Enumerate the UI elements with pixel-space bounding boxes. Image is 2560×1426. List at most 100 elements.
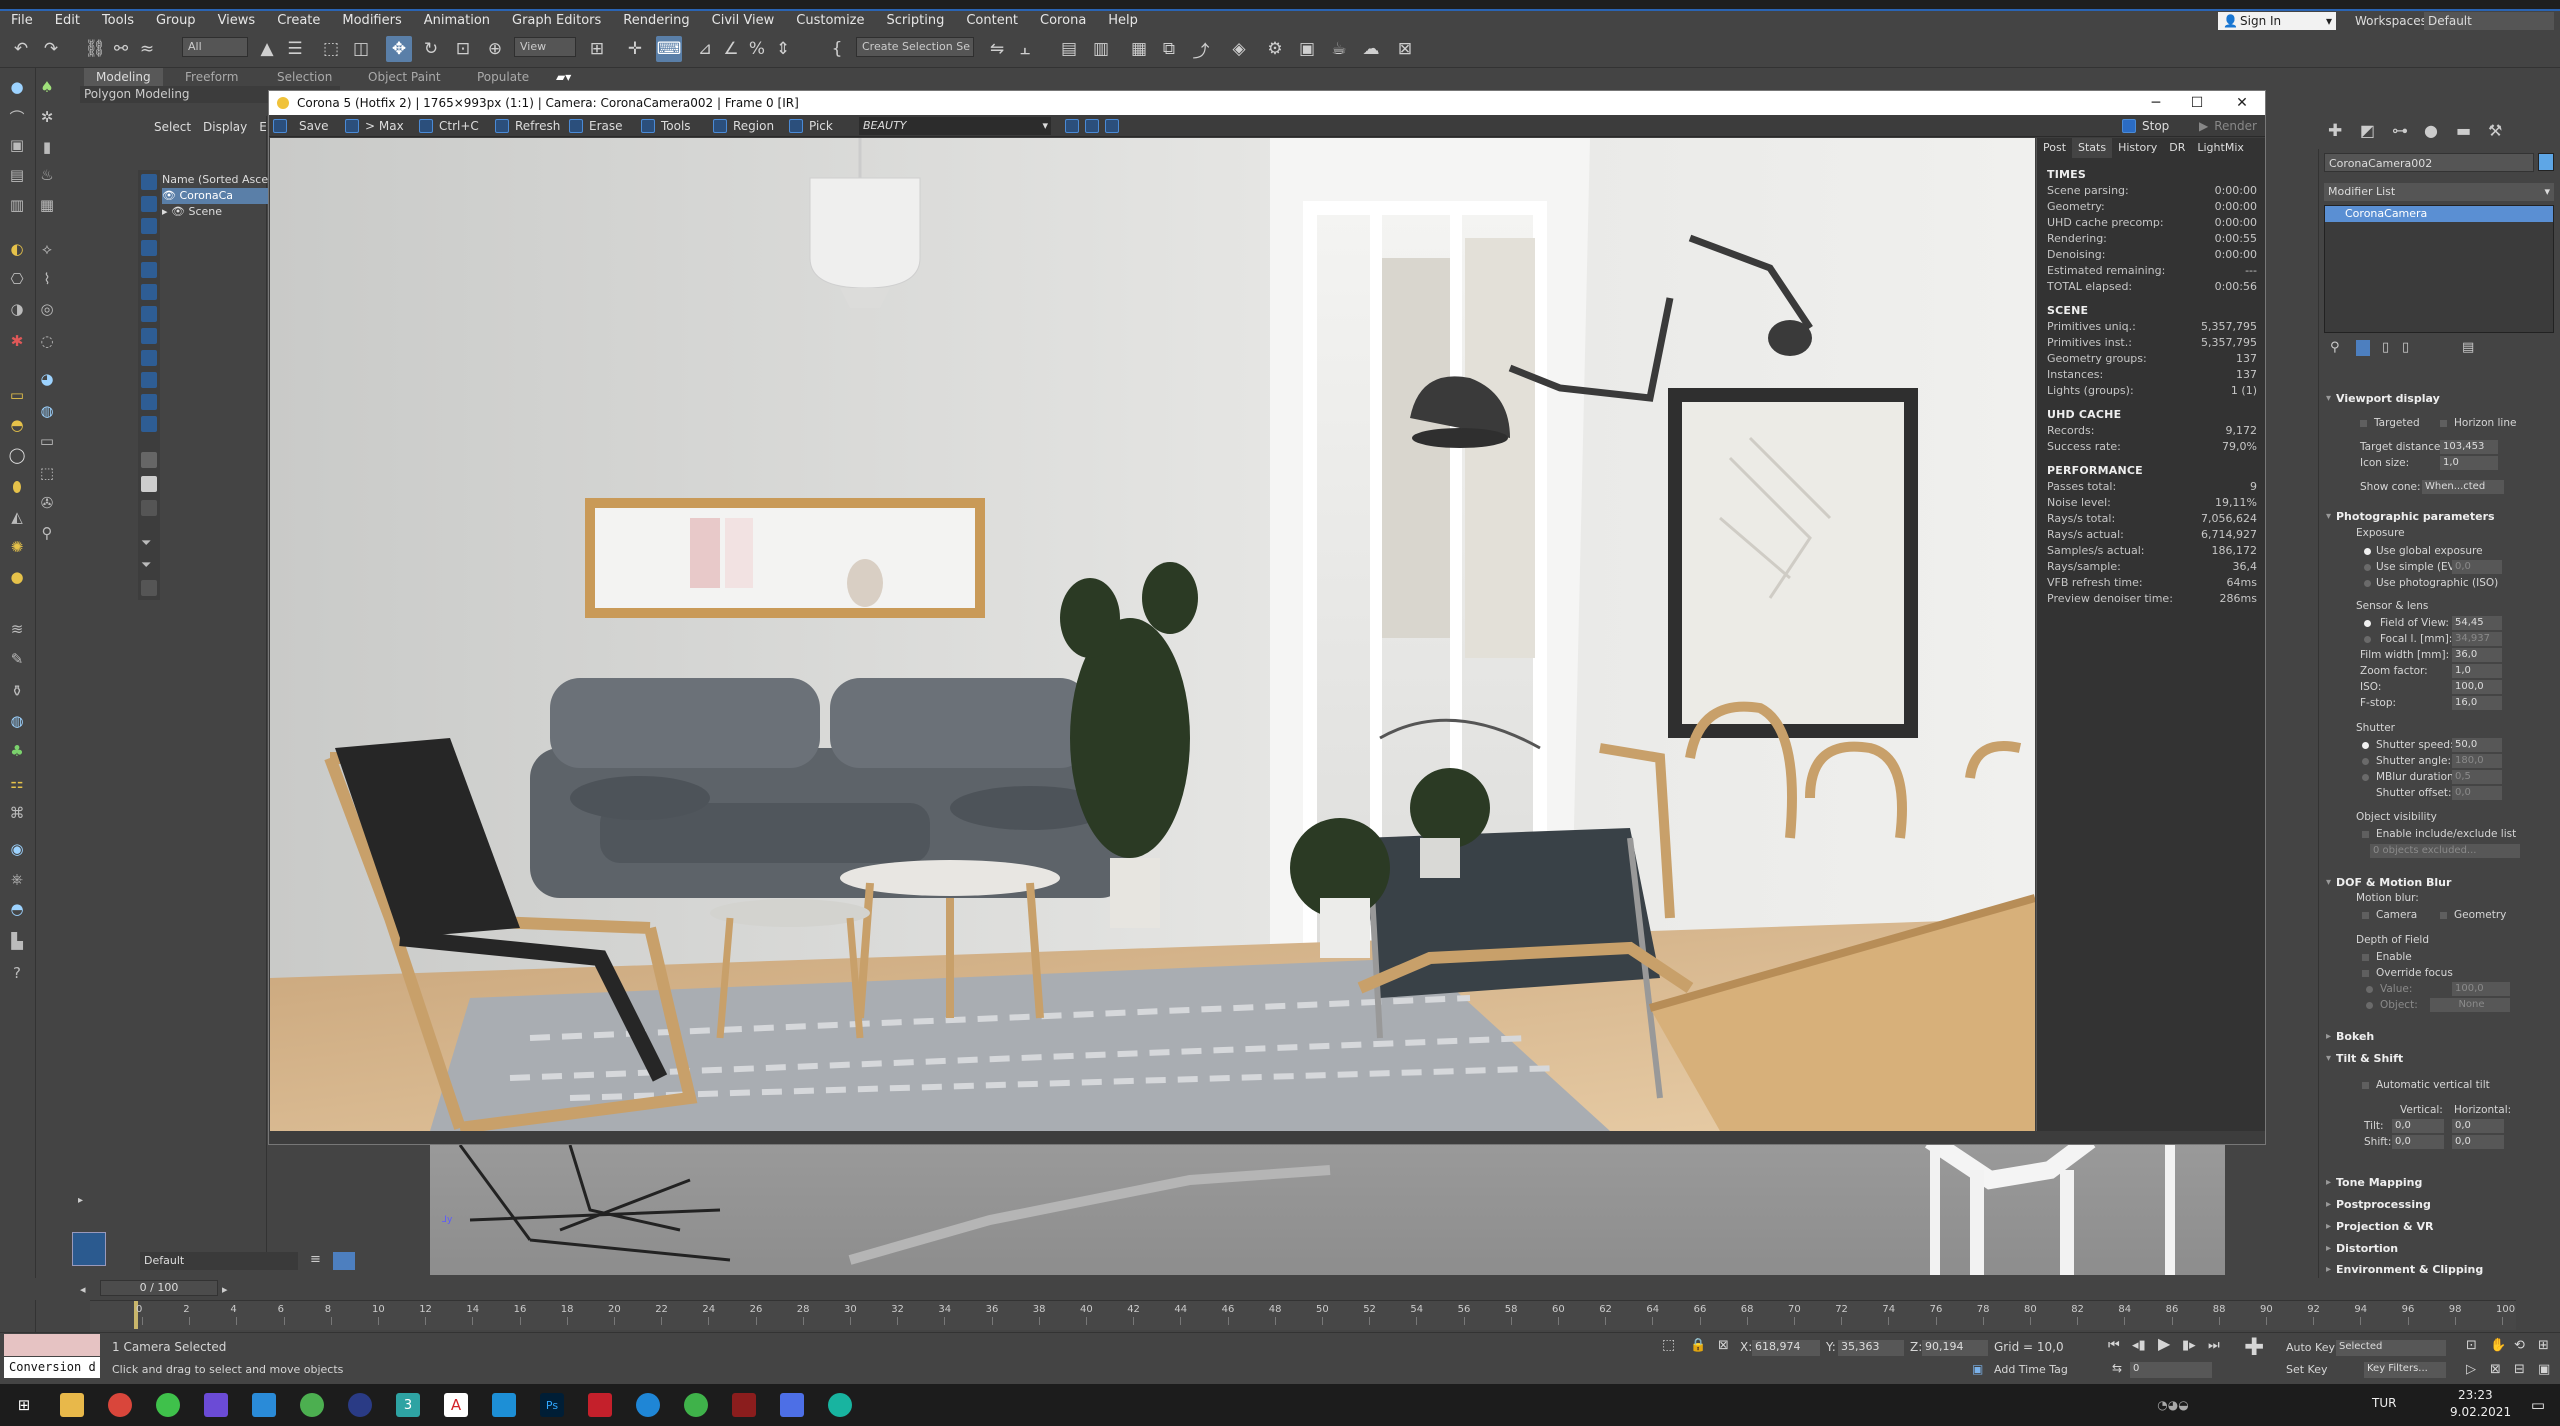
key-filters-button[interactable]: Key Filters... [2364, 1362, 2446, 1378]
excluded-objects-button[interactable]: 0 objects excluded... [2370, 844, 2520, 858]
autocad-icon[interactable]: A [444, 1393, 468, 1417]
windows-start-icon[interactable]: ⊞ [12, 1393, 36, 1417]
isolate-selection-icon[interactable]: ⬚ [1662, 1338, 1675, 1352]
warp-icon[interactable]: ◎ [36, 298, 58, 320]
schematic-view-icon[interactable]: ⧉ [1156, 36, 1182, 62]
chrome-icon[interactable] [108, 1393, 132, 1417]
eye-icon[interactable]: 👁 [171, 205, 185, 218]
zoom-out-button[interactable] [1085, 117, 1099, 135]
tab-lightmix[interactable]: LightMix [2191, 138, 2250, 158]
rollout-tilt-shift[interactable]: Tilt & Shift [2324, 1050, 2554, 1068]
dof-enable-checkbox[interactable] [2362, 954, 2369, 961]
corona-sun-icon[interactable]: ▭ [6, 384, 28, 406]
lock-selection-icon[interactable]: 🔒 [1690, 1339, 1706, 1352]
target-distance-spinner[interactable]: 103,453 [2440, 440, 2498, 454]
tray-icons[interactable]: ◔◕◒ [2157, 1393, 2188, 1417]
object-color-swatch[interactable] [2538, 153, 2554, 171]
render-image[interactable] [270, 138, 2035, 1131]
ev-spinner[interactable]: 0,0 [2452, 560, 2502, 574]
edge-icon[interactable] [636, 1393, 660, 1417]
zoom-all-icon[interactable]: ⊟ [2514, 1363, 2525, 1376]
input-language[interactable]: TUR [2372, 1397, 2396, 1410]
menu-modifiers[interactable]: Modifiers [331, 11, 412, 30]
render-channel-dropdown[interactable]: BEAUTY ▾ [859, 117, 1051, 135]
corona-bonus-icon[interactable]: ● [6, 566, 28, 588]
corona-volume-icon[interactable]: ⬮ [6, 476, 28, 498]
corona-camera-icon[interactable]: ⎔ [6, 268, 28, 290]
track-bar[interactable]: 0 2 4 6 8 10 12 14 16 18 20 22 24 26 28 30 32 34 36 38 40 42 4… [90, 1300, 2516, 1330]
scene-tab-select[interactable]: Select [154, 120, 191, 138]
viewport-layout-icon[interactable] [72, 1232, 106, 1266]
set-key-big-icon[interactable]: ✚ [2244, 1335, 2264, 1359]
zoom-factor-spinner[interactable]: 1,0 [2452, 664, 2502, 678]
tab-stats[interactable]: Stats [2072, 138, 2113, 158]
horizontal-shift-spinner[interactable]: 0,0 [2452, 1135, 2504, 1149]
pin-icon[interactable]: ▮ [36, 136, 58, 158]
scene-tree-item-camera[interactable]: 👁 CoronaCa [162, 188, 270, 204]
vfb-pick-button[interactable]: Pick [789, 117, 833, 135]
time-next-icon[interactable]: ▸ [222, 1283, 228, 1296]
vfb-save-button[interactable]: Save [273, 117, 328, 135]
help-icon[interactable]: ? [6, 962, 28, 984]
filter-xrefs-icon[interactable] [141, 328, 157, 344]
wave-icon[interactable]: ◌ [36, 330, 58, 352]
maximize-viewport-icon[interactable]: ⊞ [2538, 1339, 2549, 1352]
select-and-rotate-icon[interactable]: ↻ [418, 36, 444, 62]
layer-explorer-icon[interactable]: ▥ [1088, 36, 1114, 62]
corona-lightmix-icon[interactable]: ✺ [6, 536, 28, 558]
tab-dr[interactable]: DR [2163, 138, 2191, 158]
display-all-icon[interactable] [141, 452, 157, 468]
field-of-view-icon[interactable]: ▷ [2466, 1363, 2476, 1376]
motion-blur-camera-checkbox[interactable] [2362, 912, 2369, 919]
z-coord-field[interactable]: 90,194 [1922, 1340, 1988, 1356]
focal-length-radio[interactable] [2364, 636, 2371, 643]
motion-blur-geometry-checkbox[interactable] [2440, 912, 2447, 919]
menu-edit[interactable]: Edit [44, 11, 91, 30]
globe-tool-icon[interactable]: ◍ [6, 710, 28, 732]
corona-scatter-icon[interactable]: ✱ [6, 330, 28, 352]
make-unique-icon[interactable]: ▯ [2382, 340, 2389, 355]
create-tab-icon[interactable]: ✚ [2328, 121, 2342, 141]
auto-key-button[interactable]: Auto Key [2286, 1341, 2335, 1354]
layer-dropdown[interactable]: Default [140, 1252, 298, 1270]
rollout-viewport-display[interactable]: Viewport display [2324, 390, 2554, 408]
modifier-stack-item[interactable]: CoronaCamera [2325, 206, 2553, 222]
refresh-icon[interactable]: ◍ [36, 400, 58, 422]
film-width-spinner[interactable]: 36,0 [2452, 648, 2502, 662]
forest-pack-icon[interactable]: ♣ [6, 740, 28, 762]
fan-icon[interactable]: ✇ [36, 492, 58, 514]
menu-graph-editors[interactable]: Graph Editors [501, 11, 612, 30]
focus-object-radio[interactable] [2366, 1002, 2373, 1009]
time-prev-icon[interactable]: ◂ [80, 1283, 86, 1296]
render-iterative-icon[interactable]: ☁ [1358, 36, 1384, 62]
next-frame-icon[interactable]: ▮▸ [2182, 1339, 2196, 1352]
filter-bones-icon[interactable] [141, 350, 157, 366]
orbit-icon[interactable]: ⟲ [2514, 1339, 2525, 1352]
compass-icon[interactable]: ⟡ [36, 238, 58, 260]
shutter-angle-radio[interactable] [2362, 758, 2369, 765]
rollout-projection-vr[interactable]: Projection & VR [2324, 1218, 2554, 1236]
menu-tools[interactable]: Tools [91, 11, 145, 30]
key-selection-dropdown[interactable]: Selected [2336, 1340, 2446, 1356]
rollout-tone-mapping[interactable]: Tone Mapping [2324, 1174, 2554, 1192]
zoom-in-button[interactable] [1065, 117, 1079, 135]
show-end-result-icon[interactable] [2356, 340, 2370, 356]
select-and-scale-icon[interactable]: ⊡ [450, 36, 476, 62]
shutter-speed-radio[interactable] [2362, 742, 2369, 749]
scroll-down-icon[interactable]: ▸ [78, 1195, 90, 1207]
scene-tab-display[interactable]: Display [203, 120, 247, 138]
sort-icon[interactable] [141, 580, 157, 596]
focal-length-spinner[interactable]: 34,937 [2452, 632, 2502, 646]
rollout-photographic[interactable]: Photographic parameters [2324, 508, 2554, 526]
rollout-dof-motion-blur[interactable]: DOF & Motion Blur [2324, 874, 2554, 892]
fov-spinner[interactable]: 54,45 [2452, 616, 2502, 630]
bucket-icon[interactable]: ⬚ [36, 462, 58, 484]
app-icon-7[interactable] [684, 1393, 708, 1417]
tool-extra-icon[interactable]: ⌘ [6, 802, 28, 824]
display-tab-icon[interactable]: ▬ [2456, 121, 2471, 140]
spinner-snap-icon[interactable]: ⇕ [770, 36, 796, 62]
scene-explorer-toggle-icon[interactable]: ▤ [1056, 36, 1082, 62]
create-lights-icon[interactable]: ▣ [6, 134, 28, 156]
scene-tree-item-scene[interactable]: ▸ 👁 Scene [162, 204, 270, 220]
filter-containers-icon[interactable] [141, 372, 157, 388]
